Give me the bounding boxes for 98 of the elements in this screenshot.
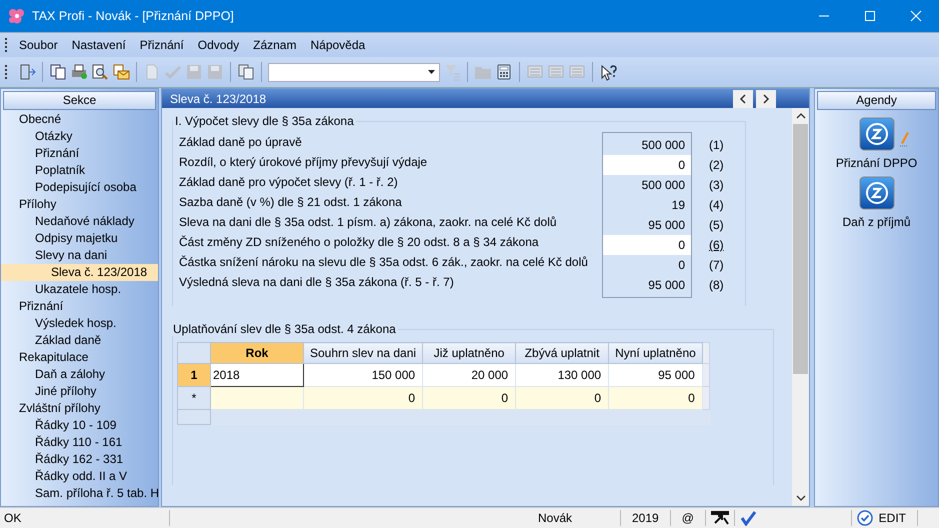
row-label: Sleva na dani dle § 35a odst. 1 písm. a) zákona, zaokr. na celé Kč dolů [179, 215, 557, 229]
menu-item[interactable]: Přiznání [136, 38, 194, 52]
tree-item[interactable]: Přiznání [1, 145, 158, 162]
value-input-field[interactable]: 0 [603, 235, 691, 255]
tree-item[interactable]: Základ daně [1, 332, 158, 349]
tree-item[interactable]: Nedaňové náklady [1, 213, 158, 230]
value-cell-text: 19 [670, 197, 686, 214]
filter-combo-field[interactable] [268, 62, 440, 82]
value-cell-text: 95 000 [647, 217, 686, 234]
group-title: Uplatňování slev dle § 35a odst. 4 zákona [172, 322, 397, 336]
tree-item[interactable]: Daň a zálohy [1, 366, 158, 383]
column-header[interactable]: Souhrn slev na dani [304, 342, 423, 364]
previous-button-icon[interactable] [733, 90, 753, 108]
menu-item[interactable]: Nastavení [68, 38, 136, 52]
help-pointer-icon[interactable] [599, 63, 617, 81]
row-header[interactable]: 1 [178, 364, 210, 386]
table-cell: 0 [516, 386, 609, 410]
tree-item[interactable]: Řádky odd. II a V [1, 468, 158, 485]
row-number: (1) [709, 138, 724, 152]
scroll-down-icon[interactable] [796, 494, 806, 502]
next-button-icon[interactable] [756, 90, 776, 108]
menu-item[interactable]: Nápověda [306, 38, 376, 52]
value-cell-text: 500 000 [640, 177, 686, 194]
panel-header: Sekce [3, 91, 156, 110]
checkmark-circle-icon [856, 510, 873, 526]
calculator-icon[interactable] [495, 63, 513, 81]
tree-item[interactable]: Řádky 162 - 331 [1, 451, 158, 468]
tree-item[interactable]: Odpisy majetku [1, 230, 158, 247]
form-title: Sleva č. 123/2018 [169, 92, 268, 106]
tree-item[interactable]: Sam. příloha ř. 5 tab. H [1, 485, 158, 502]
mode-text: EDIT [878, 511, 907, 525]
agenda-app-icon[interactable] [858, 176, 894, 210]
row-label: Základ daně po úpravě [179, 135, 302, 149]
row-label: Základ daně pro výpočet slevy (ř. 1 - ř. 2) [179, 175, 398, 189]
maximize-icon[interactable] [864, 10, 876, 22]
vertical-scrollbar[interactable] [792, 108, 809, 506]
tree-item[interactable]: Výsledek hosp. [1, 315, 158, 332]
exit-door-icon[interactable] [18, 63, 36, 81]
row-number: (4) [709, 198, 724, 212]
printer-icon[interactable] [70, 63, 88, 81]
row-label: Rozdíl, o který úrokové příjmy převyšují výdaje [179, 155, 428, 169]
panel-header: Agendy [817, 91, 936, 110]
close-icon[interactable] [910, 10, 922, 22]
menu-item[interactable]: Odvody [194, 38, 250, 52]
row-number: (7) [709, 258, 724, 272]
tree-item[interactable]: Poplatník [1, 162, 158, 179]
tree-item[interactable]: Přiznání [1, 298, 158, 315]
table-cell: 0 [422, 386, 516, 410]
row-number: (5) [709, 218, 724, 232]
tree-item[interactable]: Řádky 10 - 109 [1, 417, 158, 434]
value-cell-text: 95 000 [647, 277, 686, 294]
tree-item[interactable]: Sleva č. 123/2018 [1, 264, 158, 281]
window-title: TAX Profi - Novák - [Přiznání DPPO] [32, 9, 235, 23]
year-text: 2019 [631, 511, 660, 525]
agenda-label[interactable]: Přiznání DPPO [836, 156, 918, 170]
value-input-field[interactable]: 0 [603, 155, 691, 175]
tree-item[interactable]: Zvláštní přílohy [1, 400, 158, 417]
row-label: Výsledná sleva na dani dle § 35a zákona (ř. 5 - ř. 7) [179, 275, 454, 289]
tree-item[interactable]: Řádky 110 - 161 [1, 434, 158, 451]
group-title: I. Výpočet slevy dle § 35a zákona [174, 114, 355, 128]
tree-item[interactable]: Obecné [1, 111, 158, 128]
row-label: Část změny ZD sníženého o položky dle § 20 odst. 8 a § 34 zákona [179, 235, 539, 249]
status-text: OK [3, 511, 22, 525]
table-cell: 0 [608, 386, 702, 410]
row-number: (8) [709, 278, 724, 292]
tree-item[interactable]: Jiné přílohy [1, 383, 158, 400]
tree-item[interactable]: Slevy na dani [1, 247, 158, 264]
caret-icon [428, 70, 435, 74]
table-cell: 0 [304, 386, 423, 410]
row-number: (3) [709, 178, 724, 192]
row-number-link[interactable]: (6) [709, 238, 724, 252]
app-logo-icon [8, 8, 26, 24]
user-name: Novák [536, 511, 573, 525]
tree-item[interactable]: Rekapitulace [1, 349, 158, 366]
tree-item[interactable]: Ukazatele hosp. [1, 281, 158, 298]
at-sign: @ [680, 511, 695, 525]
value-cell-text: 0 [677, 257, 686, 274]
agenda-app-icon[interactable] [858, 117, 894, 151]
row-label: Částka snížení nároku na slevu dle § 35a odst. 6 zák., zaokr. na celé Kč dolů [179, 255, 588, 269]
column-header[interactable]: Nyní uplatněno [608, 342, 702, 364]
row-header[interactable]: * [178, 386, 210, 410]
menu-item[interactable]: Soubor [15, 38, 68, 52]
value-cell-text: 500 000 [640, 137, 686, 154]
check-icon[interactable] [740, 510, 756, 526]
row-number: (2) [709, 158, 724, 172]
agenda-label[interactable]: Daň z příjmů [842, 215, 911, 229]
column-header[interactable]: Rok [210, 342, 304, 364]
tree-item[interactable]: Otázky [1, 128, 158, 145]
envelope-icon[interactable] [112, 63, 130, 81]
menu-item[interactable]: Záznam [249, 38, 306, 52]
copy-icon[interactable] [49, 63, 67, 81]
magnifier-page-icon[interactable] [91, 63, 109, 81]
scroll-up-icon[interactable] [796, 112, 806, 120]
tree-item[interactable]: Přílohy [1, 196, 158, 213]
column-header[interactable]: Již uplatněno [422, 342, 516, 364]
row-label: Sazba daně (v %) dle § 21 odst. 1 zákona [179, 195, 402, 209]
column-header[interactable]: Zbývá uplatnit [516, 342, 609, 364]
tree-item[interactable]: Podepisující osoba [1, 179, 158, 196]
